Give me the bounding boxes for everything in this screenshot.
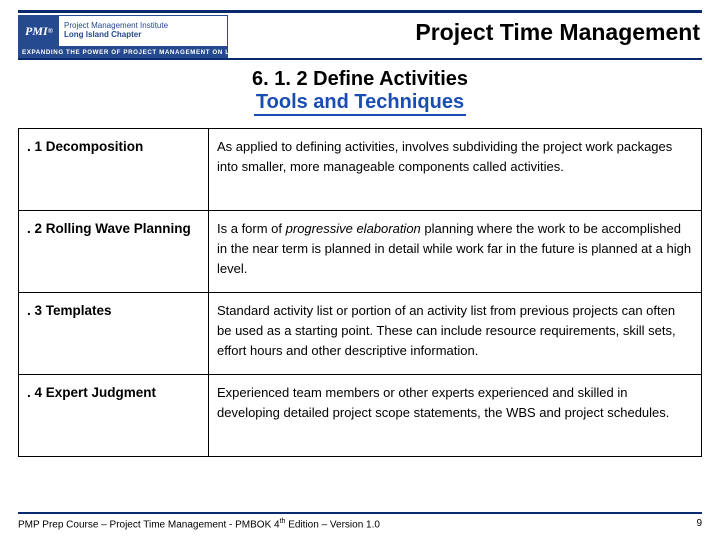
subtitle-line1: 6. 1. 2 Define Activities xyxy=(18,68,702,91)
desc-em: progressive elaboration xyxy=(286,221,421,236)
pmi-logo: PMI® Project Management Institute Long I… xyxy=(18,15,228,47)
logo-block: PMI® Project Management Institute Long I… xyxy=(18,15,228,58)
desc-pre: Is a form of xyxy=(217,221,286,236)
desc-pre: Standard activity list or portion of an … xyxy=(217,303,676,358)
logo-abbrev-text: PMI xyxy=(25,24,48,39)
page-title: Project Time Management xyxy=(228,15,702,46)
desc-pre: As applied to defining activities, invol… xyxy=(217,139,672,174)
row-index: . 4 Expert Judgment xyxy=(19,375,209,457)
logo-abbrev: PMI® xyxy=(19,16,59,46)
table-row: . 3 Templates Standard activity list or … xyxy=(19,293,702,375)
table-row: . 2 Rolling Wave Planning Is a form of p… xyxy=(19,211,702,293)
footer-left-pre: PMP Prep Course – Project Time Managemen… xyxy=(18,519,280,530)
logo-text: Project Management Institute Long Island… xyxy=(59,16,227,46)
footer: PMP Prep Course – Project Time Managemen… xyxy=(18,512,702,530)
footer-page: 9 xyxy=(696,518,702,530)
row-index: . 3 Templates xyxy=(19,293,209,375)
row-desc: Standard activity list or portion of an … xyxy=(209,293,702,375)
footer-left-post: Edition – Version 1.0 xyxy=(285,519,380,530)
top-rule xyxy=(18,10,702,13)
footer-left: PMP Prep Course – Project Time Managemen… xyxy=(18,518,380,530)
table-row: . 4 Expert Judgment Experienced team mem… xyxy=(19,375,702,457)
logo-line2: Long Island Chapter xyxy=(64,31,227,40)
logo-tagline: EXPANDING THE POWER OF PROJECT MANAGEMEN… xyxy=(18,47,228,58)
row-desc: As applied to defining activities, invol… xyxy=(209,129,702,211)
logo-reg: ® xyxy=(48,27,53,35)
row-index: . 1 Decomposition xyxy=(19,129,209,211)
desc-pre: Experienced team members or other expert… xyxy=(217,385,669,420)
subtitle-line2: Tools and Techniques xyxy=(254,91,466,116)
header: PMI® Project Management Institute Long I… xyxy=(18,15,702,60)
tools-table: . 1 Decomposition As applied to defining… xyxy=(18,128,702,457)
slide: PMI® Project Management Institute Long I… xyxy=(0,0,720,540)
row-desc: Experienced team members or other expert… xyxy=(209,375,702,457)
row-desc: Is a form of progressive elaboration pla… xyxy=(209,211,702,293)
subtitle: 6. 1. 2 Define Activities Tools and Tech… xyxy=(18,68,702,116)
row-index: . 2 Rolling Wave Planning xyxy=(19,211,209,293)
table-row: . 1 Decomposition As applied to defining… xyxy=(19,129,702,211)
